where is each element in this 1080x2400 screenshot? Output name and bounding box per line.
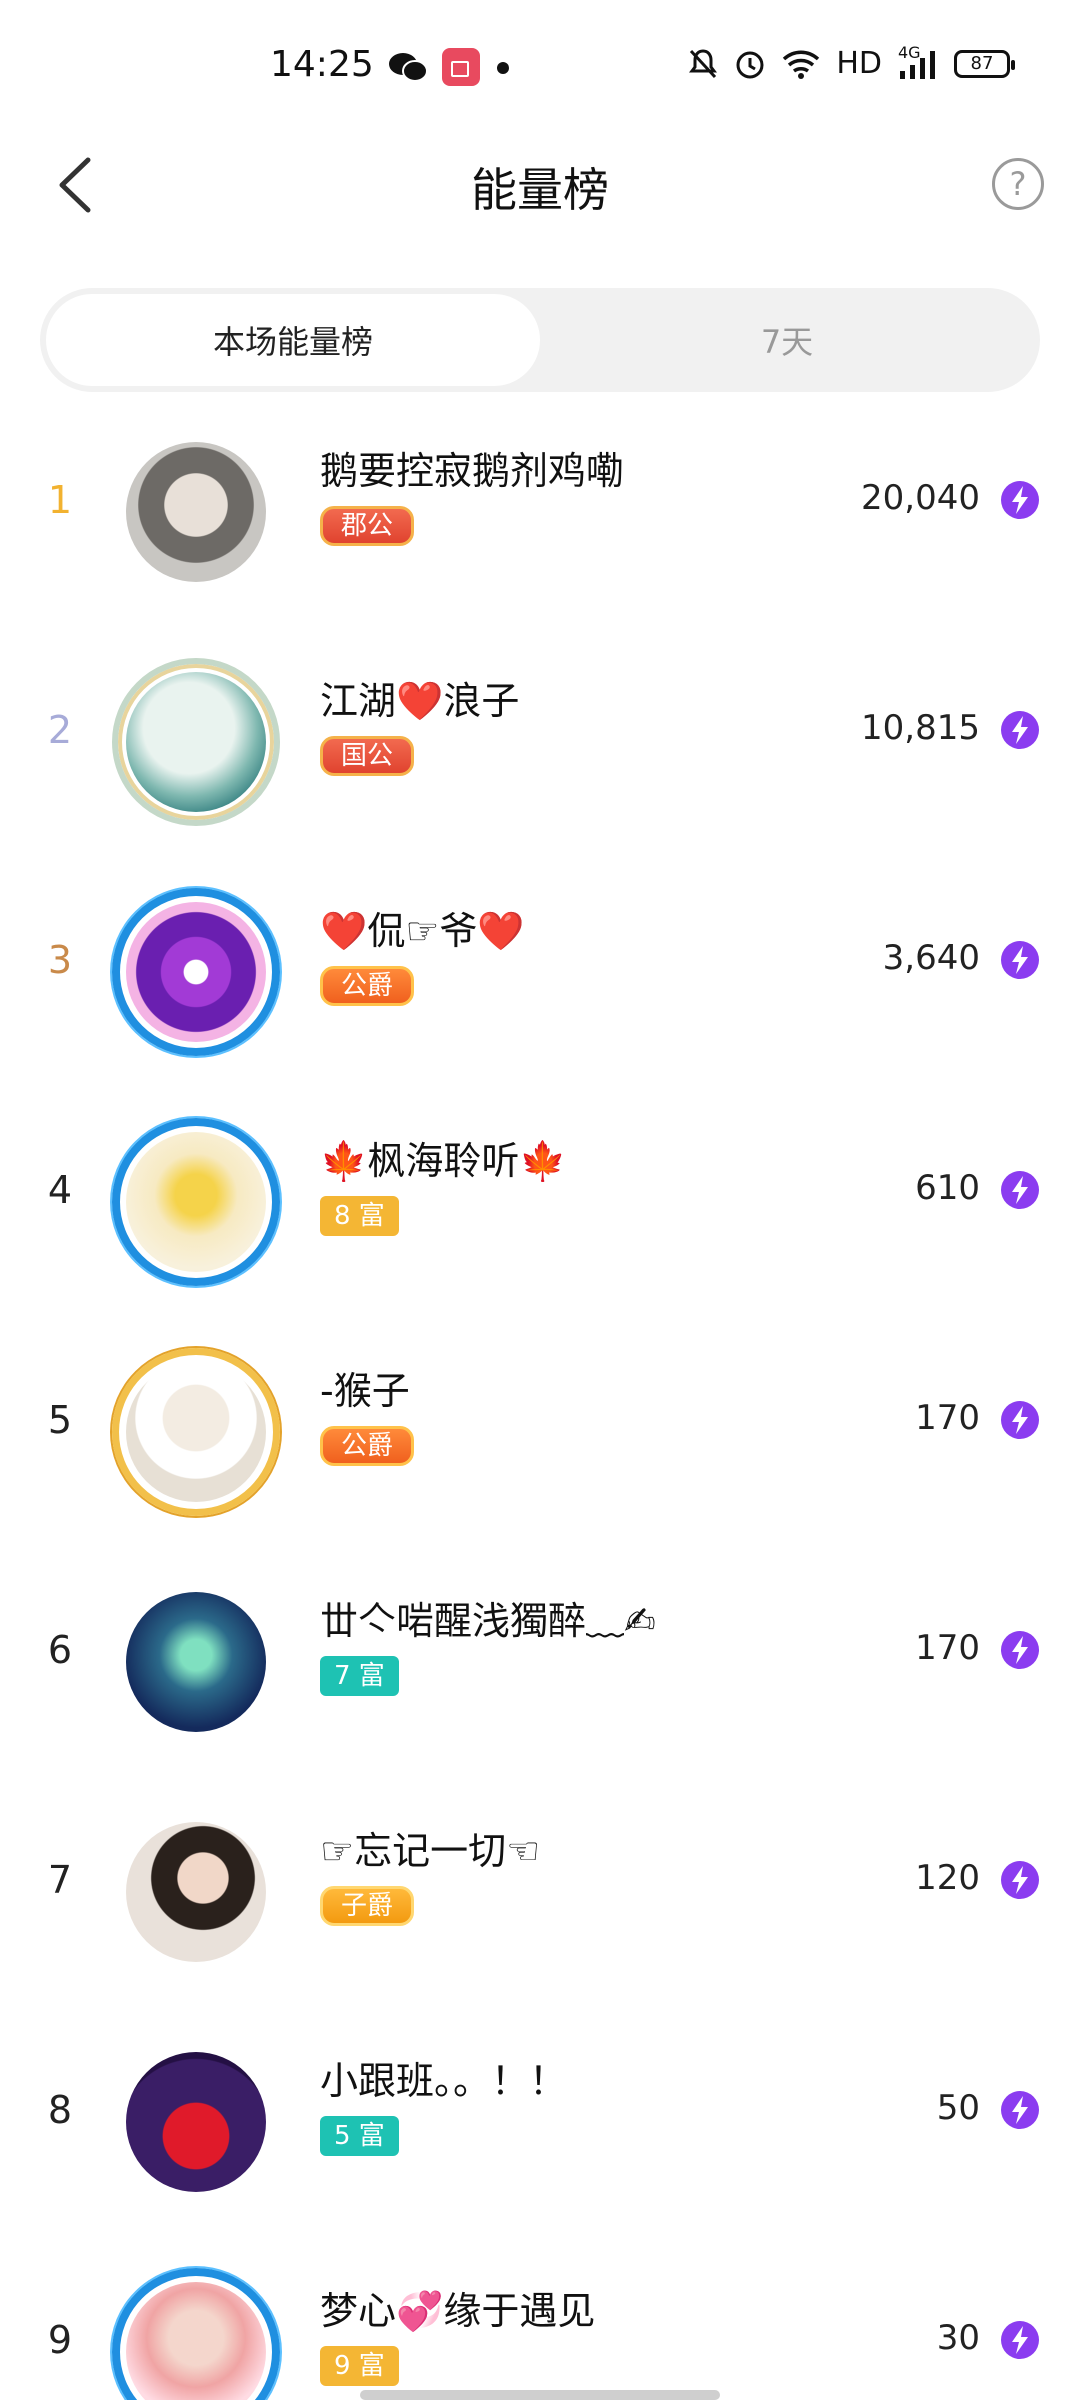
alarm-icon [734, 48, 766, 80]
user-name: 江湖❤️浪子 [320, 679, 520, 723]
avatar[interactable] [112, 1348, 280, 1516]
list-item[interactable]: 3 ❤️侃☞爷❤️ 公爵 3,640 [0, 860, 1080, 1090]
lightning-icon [1001, 481, 1039, 519]
noble-badge: 国公 [320, 736, 415, 776]
noble-badge: 郡公 [320, 506, 415, 546]
page-title: 能量榜 [471, 163, 609, 217]
tab-7-days[interactable]: 7天 [540, 294, 1034, 386]
lightning-icon [1001, 1171, 1039, 1209]
user-name: 🍁枫海聆听🍁 [320, 1139, 567, 1183]
avatar[interactable] [112, 428, 280, 596]
avatar-frame [112, 2268, 280, 2400]
wechat-icon [389, 53, 428, 82]
home-indicator[interactable] [360, 2390, 720, 2400]
wifi-icon [782, 49, 820, 79]
avatar[interactable] [112, 2268, 280, 2400]
rank-number: 3 [47, 938, 73, 982]
header: 能量榜 ? [0, 130, 1080, 240]
energy-score: 50 [936, 2088, 980, 2128]
help-icon[interactable]: ? [992, 158, 1044, 210]
rank-number: 4 [47, 1168, 73, 1212]
list-item[interactable]: 4 🍁枫海聆听🍁 8 富 610 [0, 1090, 1080, 1320]
lightning-icon [1001, 2321, 1039, 2359]
battery-icon: 87 [954, 49, 1015, 78]
energy-score: 170 [915, 1628, 980, 1668]
noble-badge: 公爵 [320, 966, 415, 1006]
avatar[interactable] [112, 1578, 280, 1746]
level-badge: 9 富 [320, 2346, 399, 2386]
lightning-icon [1001, 1401, 1039, 1439]
avatar[interactable] [112, 658, 280, 826]
energy-score: 610 [915, 1168, 980, 1208]
status-right-icons: HD 4G 87 [688, 43, 1015, 81]
rank-number: 9 [47, 2318, 73, 2362]
ranking-list: 1 鹅要控寂鹅剂鸡嘞 郡公 20,040 2 江湖❤️浪子 国公 10,815 … [0, 400, 1080, 2400]
noble-badge: 公爵 [320, 1426, 415, 1466]
avatar-frame [112, 658, 280, 826]
energy-score: 3,640 [882, 938, 980, 978]
tab-bar: 本场能量榜 7天 [40, 288, 1040, 392]
rank-number: 2 [47, 708, 73, 752]
avatar[interactable] [112, 888, 280, 1056]
user-name: ☞忘记一切☜ [320, 1829, 541, 1873]
level-badge: 5 富 [320, 2116, 399, 2156]
energy-score: 20,040 [861, 478, 980, 518]
energy-score: 30 [936, 2318, 980, 2358]
status-bar: 14:25 HD 4G 87 [0, 0, 1080, 130]
user-name: 丗亽啱醒浅獨醉﹏✍ [320, 1599, 656, 1643]
list-item[interactable]: 5 -猴子 公爵 170 [0, 1320, 1080, 1550]
rank-number: 8 [47, 2088, 73, 2132]
list-item[interactable]: 6 丗亽啱醒浅獨醉﹏✍ 7 富 170 [0, 1550, 1080, 1780]
rank-number: 7 [47, 1858, 73, 1902]
status-time: 14:25 [270, 44, 374, 85]
lightning-icon [1001, 1861, 1039, 1899]
list-item[interactable]: 7 ☞忘记一切☜ 子爵 120 [0, 1780, 1080, 2010]
avatar-frame [112, 1118, 280, 1286]
avatar-frame [112, 1348, 280, 1516]
screen-record-icon [442, 48, 480, 86]
user-name: 小跟班。。！！ [320, 2059, 568, 2103]
user-name: -猴子 [320, 1369, 410, 1413]
energy-score: 10,815 [861, 708, 980, 748]
lightning-icon [1001, 941, 1039, 979]
rank-number: 5 [47, 1398, 73, 1442]
lightning-icon [1001, 1631, 1039, 1669]
level-badge: 7 富 [320, 1656, 399, 1696]
lightning-icon [1001, 711, 1039, 749]
energy-score: 120 [915, 1858, 980, 1898]
list-item[interactable]: 9 梦心💞缘于遇见 9 富 30 [0, 2240, 1080, 2400]
mute-bell-icon [688, 48, 718, 80]
avatar[interactable] [112, 2038, 280, 2206]
rank-number: 6 [47, 1628, 73, 1672]
notification-dot [497, 62, 509, 74]
lightning-icon [1001, 2091, 1039, 2129]
list-item[interactable]: 1 鹅要控寂鹅剂鸡嘞 郡公 20,040 [0, 400, 1080, 630]
level-badge: 8 富 [320, 1196, 399, 1236]
avatar[interactable] [112, 1118, 280, 1286]
avatar-frame [112, 888, 280, 1056]
noble-badge: 子爵 [320, 1886, 415, 1926]
user-name: ❤️侃☞爷❤️ [320, 909, 525, 953]
rank-number: 1 [47, 478, 73, 522]
user-name: 梦心💞缘于遇见 [320, 2289, 596, 2333]
tab-current-session[interactable]: 本场能量榜 [46, 294, 540, 386]
avatar[interactable] [112, 1808, 280, 1976]
signal-icon: 4G [898, 43, 938, 79]
network-type: HD [836, 46, 882, 81]
list-item[interactable]: 8 小跟班。。！！ 5 富 50 [0, 2010, 1080, 2240]
energy-score: 170 [915, 1398, 980, 1438]
user-name: 鹅要控寂鹅剂鸡嘞 [320, 449, 625, 493]
list-item[interactable]: 2 江湖❤️浪子 国公 10,815 [0, 630, 1080, 860]
